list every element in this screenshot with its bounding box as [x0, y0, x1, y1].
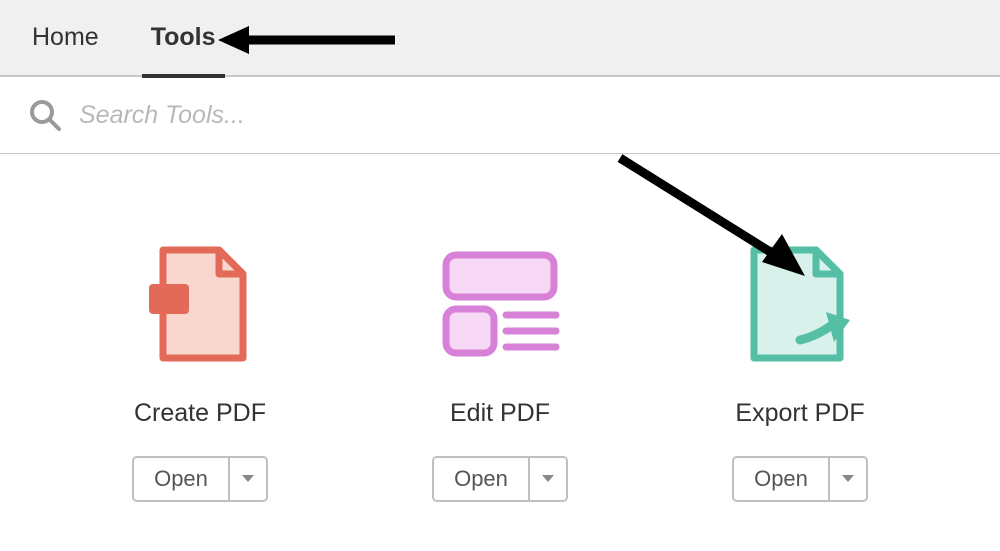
tool-export-pdf[interactable]: Export PDF Open: [670, 239, 930, 502]
search-input[interactable]: [79, 101, 679, 130]
edit-pdf-icon: [435, 239, 565, 369]
export-pdf-icon: [735, 239, 865, 369]
tabs-bar: Home Tools: [0, 0, 1000, 77]
open-button[interactable]: Open: [434, 458, 530, 500]
open-split-button[interactable]: Open: [732, 456, 868, 502]
tool-label: Create PDF: [134, 399, 266, 428]
create-pdf-icon: [135, 239, 265, 369]
search-icon: [25, 95, 65, 135]
open-button[interactable]: Open: [134, 458, 230, 500]
dropdown-caret[interactable]: [830, 458, 866, 500]
dropdown-caret[interactable]: [530, 458, 566, 500]
tab-home[interactable]: Home: [17, 0, 114, 76]
tools-grid: Create PDF Open Edit PDF Open: [0, 154, 1000, 502]
open-button[interactable]: Open: [734, 458, 830, 500]
tab-tools[interactable]: Tools: [136, 0, 231, 76]
tool-edit-pdf[interactable]: Edit PDF Open: [370, 239, 630, 502]
search-bar: [0, 77, 1000, 154]
tool-label: Edit PDF: [450, 399, 550, 428]
dropdown-caret[interactable]: [230, 458, 266, 500]
tool-create-pdf[interactable]: Create PDF Open: [70, 239, 330, 502]
tool-label: Export PDF: [735, 399, 864, 428]
open-split-button[interactable]: Open: [132, 456, 268, 502]
open-split-button[interactable]: Open: [432, 456, 568, 502]
